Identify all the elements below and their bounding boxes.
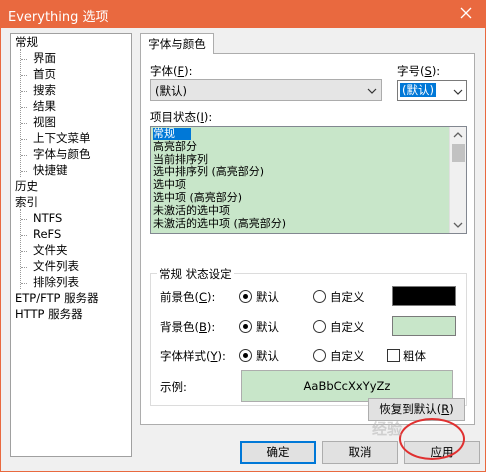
bold-label: 粗体 xyxy=(403,349,426,363)
tree-item[interactable]: 文件列表 xyxy=(33,259,79,274)
list-item[interactable]: 选中项 (高亮部分) xyxy=(153,192,242,204)
style-default-label: 默认 xyxy=(256,349,279,363)
foreground-custom-radio[interactable] xyxy=(313,290,326,303)
tree-line xyxy=(21,235,27,236)
size-label: 字号(S): xyxy=(397,64,441,78)
tree-line xyxy=(21,75,27,76)
item-state-list[interactable]: 常规 高亮部分 当前排序列 选中排序列 (高亮部分) 选中项 选中项 (高亮部分) 未激活的… xyxy=(150,126,467,234)
bold-checkbox[interactable] xyxy=(387,349,400,362)
foreground-default-label: 默认 xyxy=(256,290,279,304)
tree-item[interactable]: 结果 xyxy=(33,99,56,114)
background-label: 背景色(B): xyxy=(160,320,216,334)
tree-item[interactable]: 常规 xyxy=(15,35,38,50)
tree-item[interactable]: 快捷键 xyxy=(33,163,68,178)
list-item[interactable]: 选中排序列 (高亮部分) xyxy=(153,166,264,178)
tree-line xyxy=(21,123,27,124)
size-select-value: (默认) xyxy=(400,83,436,97)
category-tree[interactable]: 常规 界面 首页 搜索 结果 视图 上下文菜单 字体与颜色 快捷键 历史 索引 NTFS ReFS 文件夹… xyxy=(10,33,132,457)
tree-line xyxy=(20,49,21,177)
background-custom-radio[interactable] xyxy=(313,320,326,333)
dialog-body: 常规 界面 首页 搜索 结果 视图 上下文菜单 字体与颜色 快捷键 历史 索引 NTFS ReFS 文件夹… xyxy=(1,28,485,471)
background-custom-label: 自定义 xyxy=(330,320,365,334)
item-state-label: 项目状态(I): xyxy=(150,110,213,124)
red-circle-annotation xyxy=(399,418,465,460)
sample-label: 示例: xyxy=(160,380,187,394)
size-select[interactable]: (默认) xyxy=(397,80,467,101)
tree-line xyxy=(21,171,27,172)
scroll-thumb[interactable] xyxy=(452,144,465,162)
tree-item[interactable]: 历史 xyxy=(15,179,38,194)
chevron-down-icon xyxy=(367,85,377,95)
tree-item[interactable]: HTTP 服务器 xyxy=(15,307,83,322)
sample-text: AaBbCcXxYyZz xyxy=(303,379,391,393)
style-custom-radio[interactable] xyxy=(313,349,326,362)
title-bar: Everything 选项 xyxy=(0,0,486,28)
tree-line xyxy=(21,155,27,156)
foreground-custom-label: 自定义 xyxy=(330,290,365,304)
font-select[interactable]: (默认) xyxy=(150,79,382,101)
tree-item[interactable]: 索引 xyxy=(15,195,38,210)
list-item[interactable]: 常规 xyxy=(153,128,191,140)
list-item[interactable]: 当前排序列 xyxy=(153,153,208,166)
style-default-radio[interactable] xyxy=(239,349,252,362)
tree-item[interactable]: 视图 xyxy=(33,115,56,130)
foreground-label: 前景色(C): xyxy=(160,290,216,304)
background-default-radio[interactable] xyxy=(239,320,252,333)
tree-item[interactable]: 上下文菜单 xyxy=(33,131,91,146)
tree-line xyxy=(21,283,27,284)
tree-line xyxy=(21,59,27,60)
font-style-label: 字体样式(Y): xyxy=(160,349,226,363)
tree-item[interactable]: 文件夹 xyxy=(33,243,68,258)
scroll-down-icon[interactable] xyxy=(450,217,466,233)
tree-item[interactable]: NTFS xyxy=(33,211,62,226)
tree-item[interactable]: ReFS xyxy=(33,227,61,242)
window-title: Everything 选项 xyxy=(8,10,109,25)
style-custom-label: 自定义 xyxy=(330,349,365,363)
list-item[interactable]: 未激活的选中项 xyxy=(153,204,230,217)
list-item[interactable]: 选中项 xyxy=(153,179,186,191)
chevron-down-icon xyxy=(453,86,463,96)
background-default-label: 默认 xyxy=(256,320,279,334)
font-label: 字体(F): xyxy=(150,64,193,78)
list-item[interactable]: 未激活的选中项 (高亮部分) xyxy=(153,217,286,230)
tree-item[interactable]: 搜索 xyxy=(33,83,56,98)
close-icon[interactable] xyxy=(454,2,478,24)
options-window: Everything 选项 常规 界面 首页 搜索 结果 视图 上下文菜单 字体与颜色 快捷键历… xyxy=(0,0,486,472)
tree-item[interactable]: 首页 xyxy=(33,67,56,82)
watermark: 经验 xyxy=(372,420,403,438)
tree-line xyxy=(20,209,21,289)
font-select-value: (默认) xyxy=(155,84,187,98)
list-scrollbar[interactable] xyxy=(449,127,466,233)
ok-button[interactable]: 确定 xyxy=(240,441,316,464)
tree-line xyxy=(21,267,27,268)
scroll-up-icon[interactable] xyxy=(450,127,466,143)
background-color-swatch[interactable] xyxy=(392,316,456,336)
tab-panel: 字体(F): (默认) 字号(S): (默认) 项目状态(I): 常规 高亮部分当… xyxy=(140,53,475,425)
tree-item[interactable]: 排除列表 xyxy=(33,275,79,290)
tree-item[interactable]: 界面 xyxy=(33,51,56,66)
tree-item[interactable]: ETP/FTP 服务器 xyxy=(15,291,99,306)
tree-line xyxy=(21,91,27,92)
list-item[interactable]: 高亮部分 xyxy=(153,140,197,153)
foreground-color-swatch[interactable] xyxy=(392,286,456,306)
tree-line xyxy=(21,107,27,108)
tree-item[interactable]: 字体与颜色 xyxy=(33,147,91,162)
cancel-button[interactable]: 取消 xyxy=(322,441,398,464)
group-title: 常规 状态设定 xyxy=(157,266,234,282)
tab-font-and-color[interactable]: 字体与颜色 xyxy=(140,33,214,54)
tree-line xyxy=(21,219,27,220)
foreground-default-radio[interactable] xyxy=(239,290,252,303)
tree-line xyxy=(21,251,27,252)
tree-line xyxy=(21,139,27,140)
